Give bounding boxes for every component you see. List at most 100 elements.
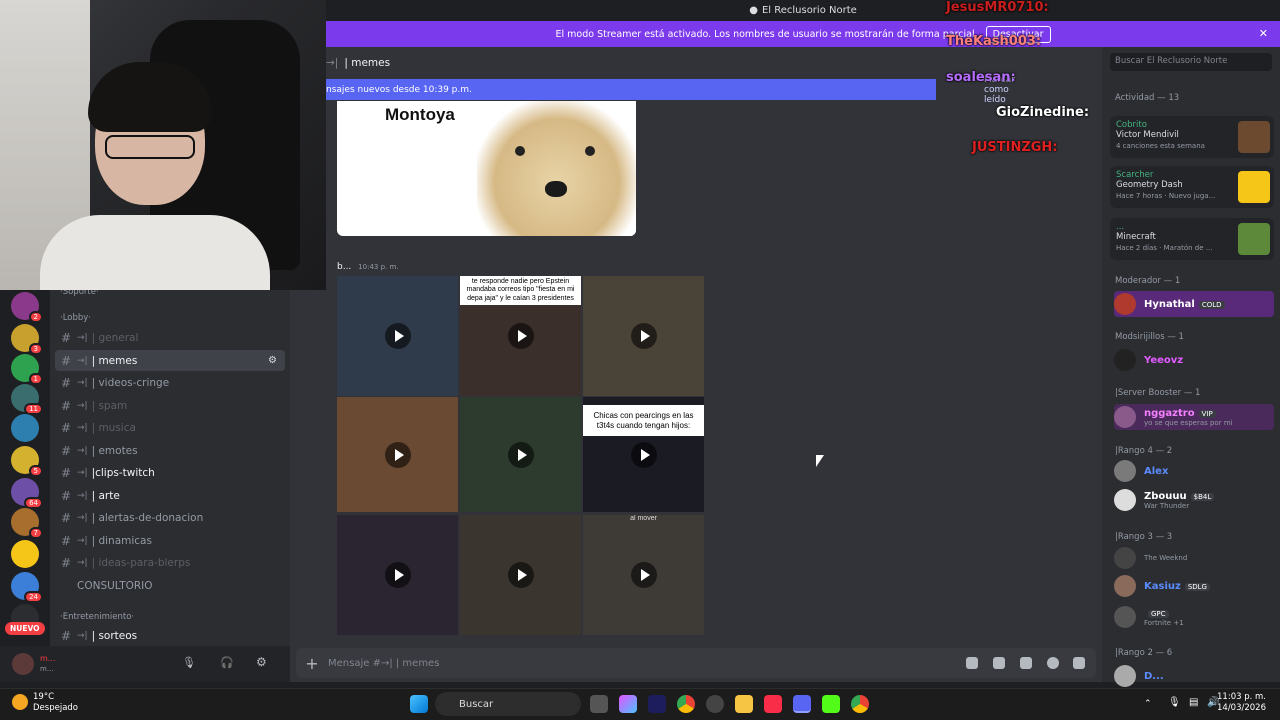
channel-item[interactable]: # →| |clips-twitch (55, 462, 285, 483)
new-messages-bar[interactable]: nsajes nuevos desde 10:39 p.m. Marcar co… (326, 75, 1015, 105)
channel-item[interactable]: # →| | alertas-de-donacion (55, 507, 285, 528)
copilot-icon[interactable] (619, 695, 637, 713)
video-attachment[interactable] (337, 515, 458, 635)
member-activity: yo se que esperas por mi (1144, 418, 1233, 427)
channel-item[interactable]: # →| | sorteos (55, 625, 285, 646)
channel-item[interactable]: # →| | general (55, 327, 285, 348)
play-icon[interactable] (384, 323, 411, 349)
server-icon[interactable]: 7 (11, 508, 43, 539)
gear-icon[interactable]: ⚙ (256, 655, 267, 669)
member-group-label: |Rango 3 — 3 (1115, 532, 1173, 542)
server-icon[interactable]: 24 (11, 572, 43, 603)
video-attachment[interactable] (337, 276, 458, 396)
member-item[interactable]: Alex (1114, 458, 1274, 484)
chat-username: JesusMR0710: (946, 0, 1049, 15)
channel-item[interactable]: # →| | dinamicas (55, 530, 285, 551)
windows-start-icon[interactable] (410, 695, 428, 713)
play-icon[interactable] (507, 323, 534, 349)
channel-settings-icon[interactable]: ⚙ (268, 355, 277, 366)
video-attachment[interactable]: te responde nadie pero Epstein mandaba c… (460, 276, 581, 396)
gif-icon[interactable] (993, 657, 1005, 669)
play-icon[interactable] (630, 441, 657, 468)
video-attachment[interactable]: al mover (583, 515, 704, 635)
apps-icon[interactable] (1073, 657, 1085, 669)
avatar[interactable] (12, 653, 34, 675)
category-entretenimiento[interactable]: ·Entretenimiento· (60, 612, 134, 622)
kick-icon[interactable] (822, 695, 840, 713)
server-icon[interactable] (11, 414, 39, 442)
server-icon[interactable] (11, 540, 39, 568)
music-icon[interactable] (764, 695, 782, 713)
member-item[interactable]: D... (1114, 663, 1274, 689)
file-explorer-icon[interactable] (735, 695, 753, 713)
add-attachment-icon[interactable]: + (296, 654, 328, 673)
close-icon[interactable]: ✕ (1259, 27, 1268, 40)
emoji-icon[interactable] (1047, 657, 1059, 669)
channel-item[interactable]: # →| | memes ⚙ (55, 350, 285, 371)
video-attachment[interactable] (460, 397, 581, 512)
activity-card[interactable]: Cobrito Victor Mendivil 4 canciones esta s… (1110, 116, 1274, 158)
discord-icon[interactable] (793, 695, 811, 713)
volume-icon[interactable]: 🔊 (1207, 697, 1219, 708)
activity-card[interactable]: ... Minecraft Hace 2 días · Maratón de ... (1110, 218, 1274, 260)
member-item[interactable]: nggaztro VIP yo se que esperas por mi (1114, 404, 1274, 430)
search-input[interactable]: Buscar El Reclusorio Norte (1110, 53, 1272, 71)
category-lobby[interactable]: ·Lobby· (60, 313, 91, 323)
microphone-tray-icon[interactable]: 🎙 (1168, 697, 1181, 708)
video-attachment[interactable] (337, 397, 458, 512)
play-icon[interactable] (630, 323, 657, 349)
gift-icon[interactable] (966, 657, 978, 669)
microphone-icon[interactable]: 🎙 (182, 656, 196, 669)
member-name: Zbouuu (1144, 490, 1187, 502)
channel-consultorio[interactable]: CONSULTORIO (77, 580, 153, 592)
chat-username: JUSTINZGH: (972, 140, 1058, 155)
channel-item[interactable]: # →| | emotes (55, 440, 285, 461)
avatar (1114, 460, 1136, 482)
server-icon[interactable]: 1 (11, 354, 43, 385)
chevron-up-icon[interactable]: ⌃ (1144, 699, 1152, 709)
play-icon[interactable] (384, 562, 411, 588)
task-view-icon[interactable] (590, 695, 608, 713)
channel-item[interactable]: # →| | spam (55, 395, 285, 416)
chrome-icon[interactable] (677, 695, 695, 713)
server-icon[interactable]: 5 (11, 446, 43, 477)
activity-card[interactable]: Scarcher Geometry Dash Hace 7 horas · Nuev… (1110, 166, 1274, 208)
member-item[interactable]: Zbouuu $B4L War Thunder (1114, 487, 1274, 513)
headphones-icon[interactable]: 🎧 (220, 656, 234, 669)
channel-item[interactable]: # →| | ideas-para-blerps (55, 552, 285, 573)
server-icon[interactable]: 3 (11, 324, 43, 355)
message-author[interactable]: b... (337, 262, 351, 272)
premiere-icon[interactable] (648, 695, 666, 713)
weather-widget[interactable]: 19°C Despejado (12, 692, 78, 714)
meme-image[interactable]: Montoya (337, 101, 636, 236)
member-item[interactable]: Hynathal COLD (1114, 291, 1274, 317)
channel-item[interactable]: # →| | musica (55, 417, 285, 438)
video-attachment[interactable]: Chicas con pearcings en las t3t4s cuando… (583, 397, 704, 512)
chrome-profile-icon[interactable] (851, 695, 869, 713)
channel-prefix: →| (77, 445, 88, 456)
weather-icon (12, 694, 28, 710)
video-attachment[interactable] (583, 276, 704, 396)
member-item[interactable]: Kasiuz SDLG (1114, 573, 1274, 599)
video-attachment[interactable] (460, 515, 581, 635)
hash-icon: # (61, 375, 72, 390)
server-icon[interactable]: 64 (11, 478, 43, 509)
server-icon[interactable]: 2 (11, 292, 43, 323)
server-icon[interactable]: 11 (11, 384, 43, 415)
channel-item[interactable]: # →| | arte (55, 485, 285, 506)
taskbar-search[interactable]: Buscar (435, 692, 581, 716)
network-icon[interactable]: ▤ (1189, 697, 1198, 708)
play-icon[interactable] (384, 441, 411, 468)
member-item[interactable]: GPC Fortnite +1 (1114, 604, 1274, 630)
unread-badge: 24 (24, 591, 43, 603)
member-item[interactable]: The Weeknd (1114, 545, 1274, 571)
channel-item[interactable]: # →| | videos-cringe (55, 372, 285, 393)
play-icon[interactable] (507, 441, 534, 468)
member-name: Alex (1144, 465, 1169, 477)
member-item[interactable]: Yeeovz (1114, 347, 1274, 373)
play-icon[interactable] (507, 562, 534, 588)
play-icon[interactable] (630, 562, 657, 588)
obs-icon[interactable] (706, 695, 724, 713)
sticker-icon[interactable] (1020, 657, 1032, 669)
system-clock[interactable]: 11:03 p. m. 14/03/2026 (1217, 692, 1266, 715)
